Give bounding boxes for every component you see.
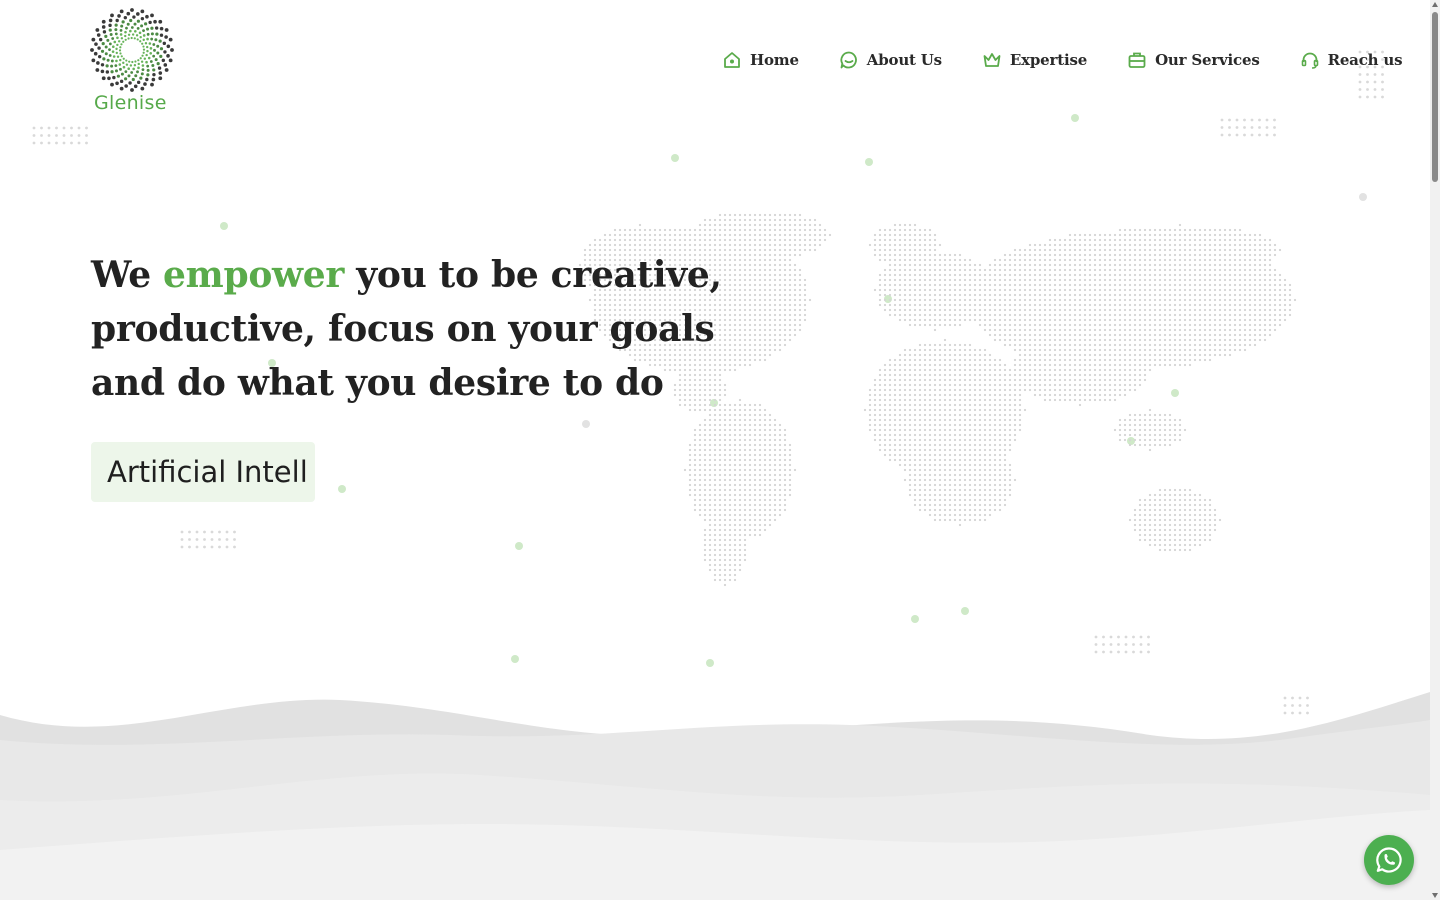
nav-services-label: Our Services (1155, 51, 1260, 69)
home-icon (722, 50, 742, 70)
nav-expertise-label: Expertise (1009, 51, 1088, 69)
nav-about-us[interactable]: About Us (839, 46, 942, 74)
chat-icon (839, 50, 859, 70)
whatsapp-icon (1376, 847, 1402, 873)
spiral-logo-icon (90, 8, 174, 92)
nav-reach-label: Reach us (1327, 51, 1403, 69)
wave-footer-decoration (0, 692, 1430, 900)
nav-our-services[interactable]: Our Services (1127, 46, 1260, 74)
nav-expertise[interactable]: Expertise (982, 46, 1087, 74)
typed-text-box: Artificial Intell (91, 442, 315, 502)
page: Glenise Home About Us Expertise Our Serv… (0, 0, 1430, 900)
whatsapp-button[interactable] (1364, 835, 1414, 885)
nav-home-label: Home (750, 51, 799, 69)
headset-icon (1300, 50, 1320, 70)
nav-home[interactable]: Home (722, 46, 799, 74)
main-nav: Home About Us Expertise Our Services Rea… (722, 46, 1403, 74)
nav-reach-us[interactable]: Reach us (1300, 46, 1403, 74)
brand-name: Glenise (94, 92, 167, 114)
brand-logo[interactable]: Glenise (88, 6, 174, 116)
briefcase-icon (1127, 50, 1147, 70)
hero-title: We empower you to be creative, productiv… (91, 248, 731, 410)
page-scrollbar[interactable] (1430, 0, 1440, 900)
scroll-thumb[interactable] (1432, 12, 1438, 182)
crown-icon (982, 50, 1002, 70)
typed-text: Artificial Intell (107, 455, 308, 489)
scroll-down-arrow-icon[interactable] (1432, 893, 1438, 898)
scroll-up-arrow-icon[interactable] (1432, 2, 1438, 7)
hero-title-accent: empower (163, 254, 344, 296)
nav-about-label: About Us (866, 51, 942, 69)
hero-title-pre: We (91, 254, 164, 296)
